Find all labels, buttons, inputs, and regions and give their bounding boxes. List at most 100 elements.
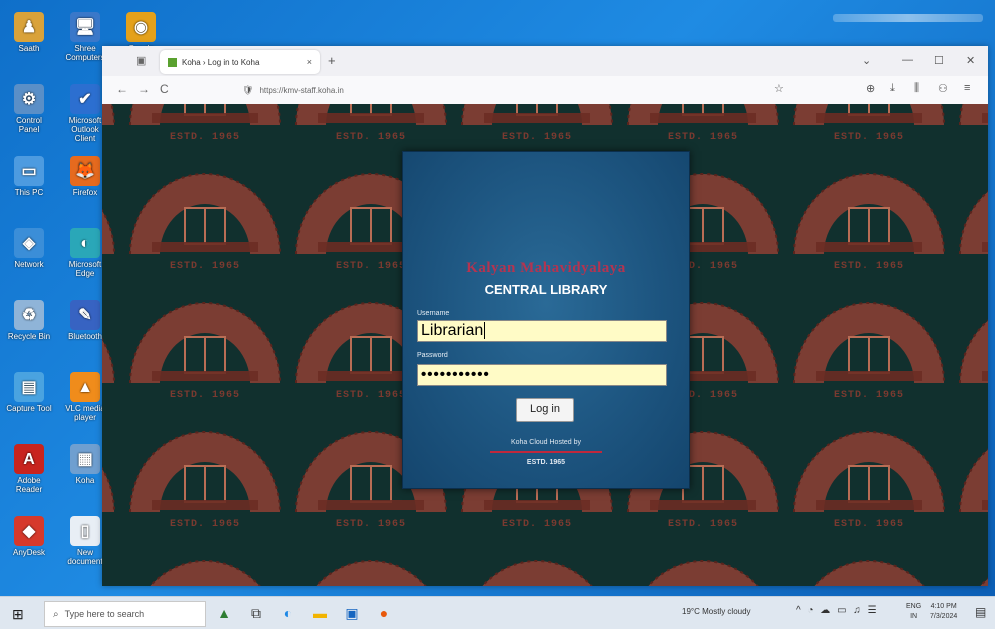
system-tray-icons[interactable]: ^ ◔ ☁ ▭ ♫ ☰ [796, 605, 879, 616]
desktop-icon-label: Saath [18, 44, 40, 53]
store-icon[interactable]: ▣ [342, 603, 362, 623]
close-window-button[interactable]: ✕ [966, 54, 975, 67]
desktop-icon-label: AnyDesk [12, 548, 45, 557]
desktop-icon-network[interactable]: ◈ Network [6, 228, 52, 269]
minimize-button[interactable]: — [902, 54, 913, 66]
weather-widget[interactable]: 19°C Mostly cloudy [682, 607, 751, 616]
username-input[interactable]: Librarian [417, 320, 667, 342]
desktop-app-icon: ▯ [70, 516, 100, 546]
menu-icon[interactable]: ≡ [964, 82, 970, 94]
library-name: CENTRAL LIBRARY [484, 282, 608, 297]
svg-text:ESTD. 1965: ESTD. 1965 [502, 132, 572, 142]
account-icon[interactable]: ⚇ [938, 82, 948, 95]
desktop-icon-label: Control Panel [16, 116, 42, 134]
desktop-app-icon: ◆ [14, 516, 44, 546]
search-icon: ⌕ [53, 608, 59, 620]
koha-login-page: ESTD. 1965 ESTD. 1965 ESTD. 1965 ESTD. 1965… [102, 104, 988, 586]
background-emblem-tile: ESTD. 1965 [454, 104, 620, 142]
task-view-icon[interactable]: ⧉ [246, 603, 266, 623]
desktop-app-icon: ♻ [14, 300, 44, 330]
background-emblem-tile: ESTD. 1965 [122, 104, 288, 142]
background-emblem-tile: ESTD. 1965 [952, 142, 988, 271]
hosted-by-text: Koha Cloud Hosted by [510, 439, 582, 446]
svg-text:ESTD. 1965: ESTD. 1965 [336, 261, 406, 271]
background-emblem-tile: ESTD. 1965 [620, 529, 786, 586]
svg-text:ESTD. 1965: ESTD. 1965 [336, 519, 406, 529]
desktop-app-icon: ◐ [70, 228, 100, 258]
background-emblem-tile: ESTD. 1965 [102, 142, 122, 271]
desktop-icon-label: Capture Tool [6, 404, 52, 413]
new-tab-button[interactable]: + [328, 53, 336, 68]
background-emblem-tile: ESTD. 1965 [786, 271, 952, 400]
background-emblem-tile: ESTD. 1965 [288, 529, 454, 586]
notification-icon[interactable]: ▤ [975, 605, 986, 619]
download-icon[interactable]: ⤓ [890, 82, 895, 95]
login-button[interactable]: Log in [516, 398, 574, 422]
desktop-icon-capture-tool[interactable]: ▤ Capture Tool [6, 372, 52, 413]
college-name: Kalyan Mahavidyalaya [466, 260, 626, 276]
pocket-icon[interactable]: ⊕ [866, 82, 875, 95]
clock-time: 4:10 PM [930, 603, 957, 610]
reload-button[interactable]: C [160, 82, 169, 96]
background-emblem-tile: ESTD. 1965 [102, 271, 122, 400]
desktop-icon-this-pc[interactable]: ▭ This PC [6, 156, 52, 197]
desktop-app-icon: ▤ [14, 372, 44, 402]
library-icon[interactable]: ⫼ [914, 82, 919, 95]
url-text: https://kmv-staff.koha.in [259, 85, 344, 95]
shield-lock-icon[interactable]: 🛡 [242, 85, 253, 96]
svg-text:ESTD. 1965: ESTD. 1965 [336, 390, 406, 400]
svg-text:ESTD. 1965: ESTD. 1965 [668, 519, 738, 529]
svg-text:ESTD. 1965: ESTD. 1965 [834, 519, 904, 529]
background-emblem-tile: ESTD. 1965 [952, 271, 988, 400]
background-emblem-tile: ESTD. 1965 [102, 529, 122, 586]
koha-favicon-icon [168, 57, 177, 67]
password-input[interactable]: ••••••••••• [417, 364, 667, 386]
desktop-app-icon: 🦊 [70, 156, 100, 186]
estd-text: ESTD. 1965 [526, 459, 566, 466]
back-button[interactable]: ← [116, 82, 128, 96]
background-emblem-tile: ESTD. 1965 [102, 104, 122, 142]
desktop-icon-recycle-bin[interactable]: ♻ Recycle Bin [6, 300, 52, 341]
background-emblem-tile: ESTD. 1965 [620, 104, 786, 142]
firefox-taskbar-icon[interactable]: ● [374, 603, 394, 623]
file-explorer-icon[interactable]: ▬ [310, 603, 330, 623]
tab-overview-icon[interactable]: ▣ [136, 54, 146, 67]
desktop-icon-anydesk[interactable]: ◆ AnyDesk [6, 516, 52, 557]
desktop-top-strip [833, 14, 983, 22]
password-value: ••••••••••• [421, 366, 490, 383]
desktop-app-icon: 🖥 [70, 12, 100, 42]
login-panel: Kalyan Mahavidyalaya CENTRAL LIBRARY Use… [402, 151, 690, 489]
desktop-app-icon: ▦ [70, 444, 100, 474]
host-link[interactable] [490, 451, 602, 453]
nav-toolbar: ← → C 🛡 https://kmv-staff.koha.in ☆ ⊕ ⤓ … [102, 76, 988, 105]
background-emblem-tile: ESTD. 1965 [952, 400, 988, 529]
username-label: Username [417, 310, 450, 317]
clock-date: 7/3/2024 [930, 613, 958, 620]
tab-koha-login[interactable]: Koha › Log in to Koha × [160, 50, 320, 74]
clock[interactable]: 4:10 PM 7/3/2024 [930, 602, 957, 622]
desktop-app-icon: A [14, 444, 44, 474]
forward-button[interactable]: → [138, 82, 150, 96]
background-emblem-tile: ESTD. 1965 [122, 142, 288, 271]
taskbar-widget-icon[interactable]: ▲ [214, 603, 234, 623]
language-indicator[interactable]: ENG IN [906, 602, 921, 622]
tab-close-icon[interactable]: × [307, 57, 312, 67]
maximize-button[interactable]: ☐ [934, 54, 944, 67]
svg-text:ESTD. 1965: ESTD. 1965 [834, 132, 904, 142]
desktop-icon-saath[interactable]: ♟ Saath [6, 12, 52, 53]
bookmark-star-icon[interactable]: ☆ [774, 82, 784, 95]
desktop-icon-control-panel[interactable]: ⚙ Control Panel [6, 84, 52, 134]
tab-list-chevron-icon[interactable]: ⌄ [862, 54, 871, 67]
background-emblem-tile: ESTD. 1965 [454, 529, 620, 586]
background-emblem-tile: ESTD. 1965 [952, 529, 988, 586]
desktop-icon-adobe-reader[interactable]: A Adobe Reader [6, 444, 52, 494]
url-bar[interactable]: 🛡 https://kmv-staff.koha.in [242, 80, 782, 100]
background-emblem-tile: ESTD. 1965 [122, 400, 288, 529]
edge-taskbar-icon[interactable]: ◐ [278, 603, 298, 623]
desktop-app-icon: ✔ [70, 84, 100, 114]
taskbar-search[interactable]: ⌕ Type here to search [44, 601, 206, 627]
windows-start-icon[interactable]: ⊞ [12, 606, 24, 623]
browser-window: ▣ Koha › Log in to Koha × + ⌄ — ☐ ✕ ← → … [102, 46, 988, 586]
background-emblem-tile: ESTD. 1965 [122, 271, 288, 400]
desktop-app-icon: ▲ [70, 372, 100, 402]
